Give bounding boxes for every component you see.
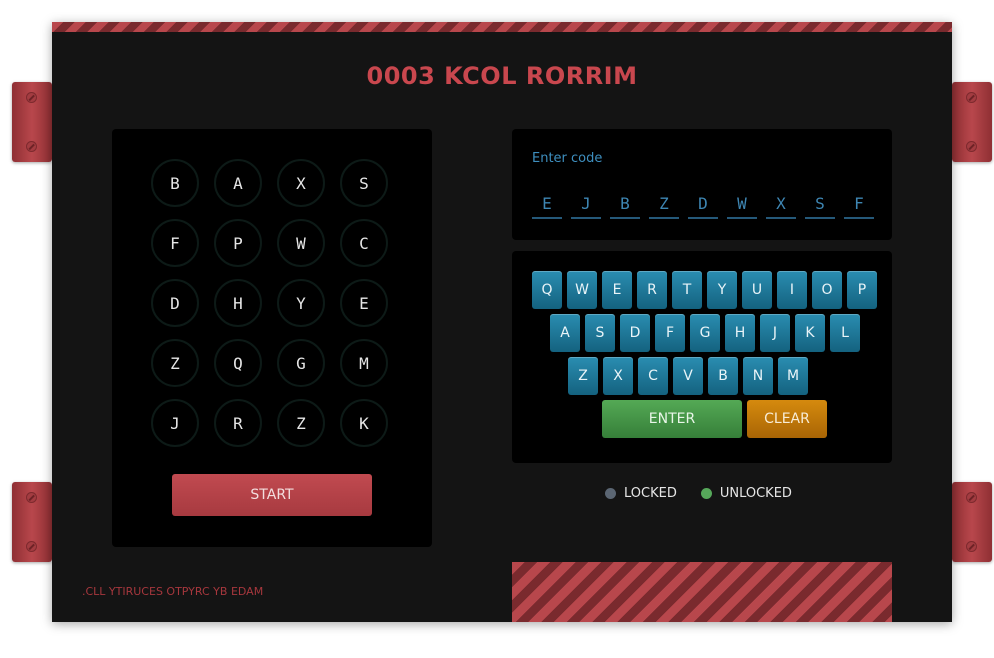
key-q[interactable]: Q	[532, 271, 562, 309]
key-n[interactable]: N	[743, 357, 773, 395]
key-v[interactable]: V	[673, 357, 703, 395]
legend-unlocked: UNLOCKED	[700, 486, 792, 501]
credit-text: .CLL YTIRUCES OTPYRC YB EDAM	[82, 585, 264, 598]
key-w[interactable]: W	[567, 271, 597, 309]
keyboard-row-2: ASDFGHJKL	[550, 314, 860, 352]
screw-icon	[26, 141, 37, 152]
key-i[interactable]: I	[777, 271, 807, 309]
key-p[interactable]: P	[847, 271, 877, 309]
keyboard-row-1: QWERTYUIOP	[532, 271, 877, 309]
screw-icon	[26, 541, 37, 552]
code-slot: X	[766, 193, 796, 219]
letter-button[interactable]: D	[151, 279, 199, 327]
keyboard-panel: QWERTYUIOP ASDFGHJKL ZXCVBNM ENTER CLEAR	[512, 251, 892, 463]
screw-icon	[26, 92, 37, 103]
letter-panel: BAXSFPWCDHYEZQGMJRZK START	[112, 129, 432, 547]
letter-button[interactable]: A	[214, 159, 262, 207]
screw-icon	[966, 141, 977, 152]
key-z[interactable]: Z	[568, 357, 598, 395]
letter-button[interactable]: Z	[151, 339, 199, 387]
letter-button[interactable]: C	[340, 219, 388, 267]
letter-button[interactable]: Y	[277, 279, 325, 327]
code-slot: B	[610, 193, 640, 219]
letter-button[interactable]: H	[214, 279, 262, 327]
legend-unlocked-label: UNLOCKED	[719, 486, 792, 501]
locked-dot-icon	[605, 488, 616, 499]
hinge-right-bottom	[952, 482, 992, 562]
key-s[interactable]: S	[585, 314, 615, 352]
page-title: 0003 KCOL RORRIM	[366, 62, 638, 90]
letter-button[interactable]: B	[151, 159, 199, 207]
key-l[interactable]: L	[830, 314, 860, 352]
hinge-left-top	[12, 82, 52, 162]
letter-button[interactable]: K	[340, 399, 388, 447]
code-slots: EJBZDWXSF	[532, 193, 874, 219]
lock-device: 0003 KCOL RORRIM BAXSFPWCDHYEZQGMJRZK ST…	[52, 22, 952, 622]
code-slot: W	[727, 193, 757, 219]
key-t[interactable]: T	[672, 271, 702, 309]
letter-button[interactable]: Z	[277, 399, 325, 447]
code-slot: E	[532, 193, 562, 219]
letter-button[interactable]: P	[214, 219, 262, 267]
letter-button[interactable]: S	[340, 159, 388, 207]
code-slot: J	[571, 193, 601, 219]
key-a[interactable]: A	[550, 314, 580, 352]
letter-button[interactable]: R	[214, 399, 262, 447]
key-u[interactable]: U	[742, 271, 772, 309]
code-slot: S	[805, 193, 835, 219]
letter-button[interactable]: M	[340, 339, 388, 387]
letter-button[interactable]: F	[151, 219, 199, 267]
screw-icon	[966, 541, 977, 552]
legend-locked: LOCKED	[605, 486, 677, 501]
letter-button[interactable]: E	[340, 279, 388, 327]
enter-button[interactable]: ENTER	[602, 400, 742, 438]
letter-grid: BAXSFPWCDHYEZQGMJRZK	[151, 159, 393, 447]
key-o[interactable]: O	[812, 271, 842, 309]
letter-button[interactable]: J	[151, 399, 199, 447]
code-slot: D	[688, 193, 718, 219]
code-panel: Enter code EJBZDWXSF	[512, 129, 892, 240]
letter-button[interactable]: G	[277, 339, 325, 387]
legend-locked-label: LOCKED	[624, 486, 677, 501]
letter-button[interactable]: X	[277, 159, 325, 207]
bottom-hazard-stripe	[512, 562, 892, 622]
key-k[interactable]: K	[795, 314, 825, 352]
key-g[interactable]: G	[690, 314, 720, 352]
hinge-right-top	[952, 82, 992, 162]
key-b[interactable]: B	[708, 357, 738, 395]
key-c[interactable]: C	[638, 357, 668, 395]
unlocked-dot-icon	[700, 488, 712, 499]
keyboard-row-3: ZXCVBNM	[568, 357, 808, 395]
key-d[interactable]: D	[620, 314, 650, 352]
letter-button[interactable]: W	[277, 219, 325, 267]
key-h[interactable]: H	[725, 314, 755, 352]
code-slot: F	[844, 193, 874, 219]
key-j[interactable]: J	[760, 314, 790, 352]
key-e[interactable]: E	[602, 271, 632, 309]
screw-icon	[966, 492, 977, 503]
top-hazard-stripe	[52, 22, 952, 32]
clear-button[interactable]: CLEAR	[747, 400, 827, 438]
key-y[interactable]: Y	[707, 271, 737, 309]
screw-icon	[966, 92, 977, 103]
key-x[interactable]: X	[603, 357, 633, 395]
code-label: Enter code	[532, 151, 603, 166]
code-slot: Z	[649, 193, 679, 219]
key-f[interactable]: F	[655, 314, 685, 352]
letter-button[interactable]: Q	[214, 339, 262, 387]
screw-icon	[26, 492, 37, 503]
status-legend: LOCKED UNLOCKED	[605, 486, 792, 501]
key-m[interactable]: M	[778, 357, 808, 395]
hinge-left-bottom	[12, 482, 52, 562]
key-r[interactable]: R	[637, 271, 667, 309]
start-button[interactable]: START	[172, 474, 372, 516]
